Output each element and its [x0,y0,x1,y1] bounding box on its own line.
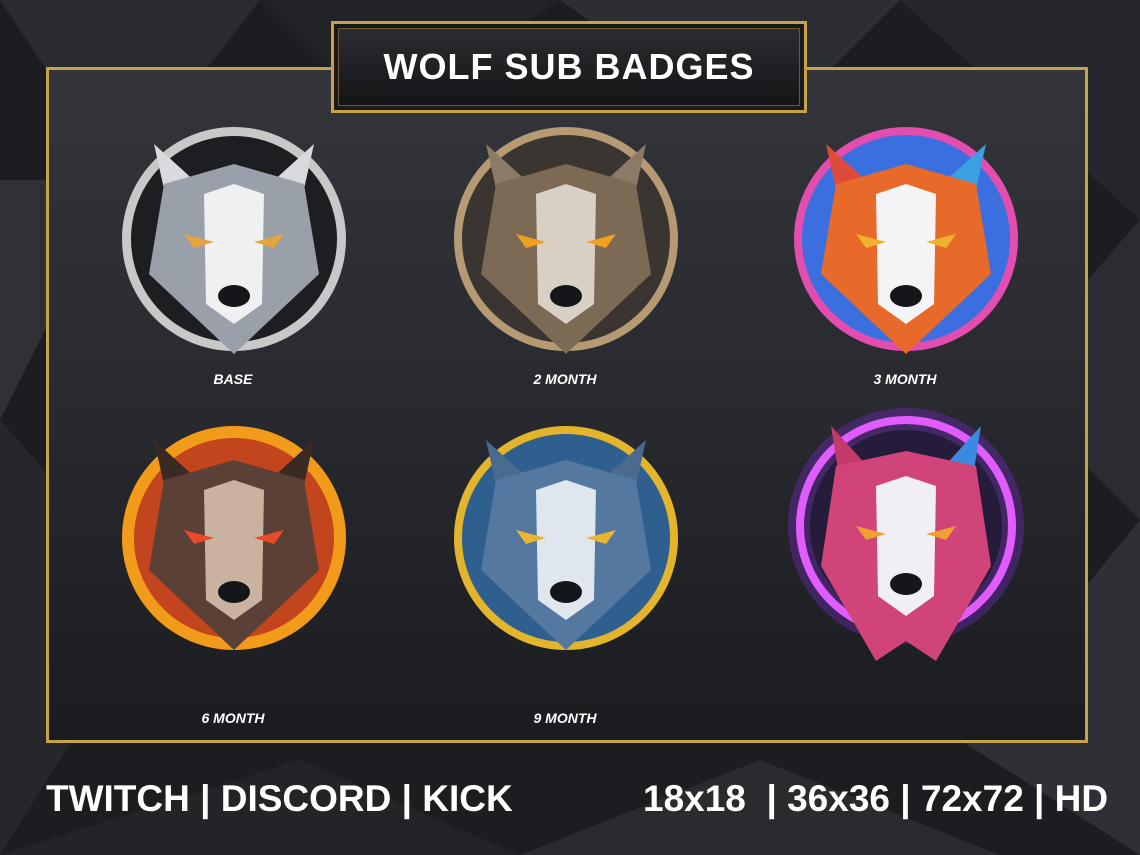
badge-base [114,124,354,364]
badge-label: BASE [213,371,253,387]
wolf-icon [788,408,1024,661]
page-title: WOLF SUB BADGES [383,46,755,87]
badge-3-month [786,124,1026,364]
badge-12-month [786,408,1026,666]
wolf-icon [794,127,1018,354]
badge-label: 2 MONTH [533,371,597,387]
wolf-icon [122,426,346,650]
badge-label: 3 MONTH [873,371,937,387]
badge-label: 9 MONTH [533,710,597,726]
badge-6-month [114,420,354,660]
badge-2-month [446,124,686,364]
badge-label: 6 MONTH [201,710,265,726]
title-banner: WOLF SUB BADGES [331,21,807,113]
badge-9-month [446,420,686,660]
wolf-icon [122,127,346,354]
wolf-icon [454,127,678,354]
wolf-icon [454,426,678,650]
platforms-text: TWITCH | DISCORD | KICK [46,778,513,819]
sizes-text: 18x18 | 36x36 | 72x72 | HD [643,778,1109,819]
